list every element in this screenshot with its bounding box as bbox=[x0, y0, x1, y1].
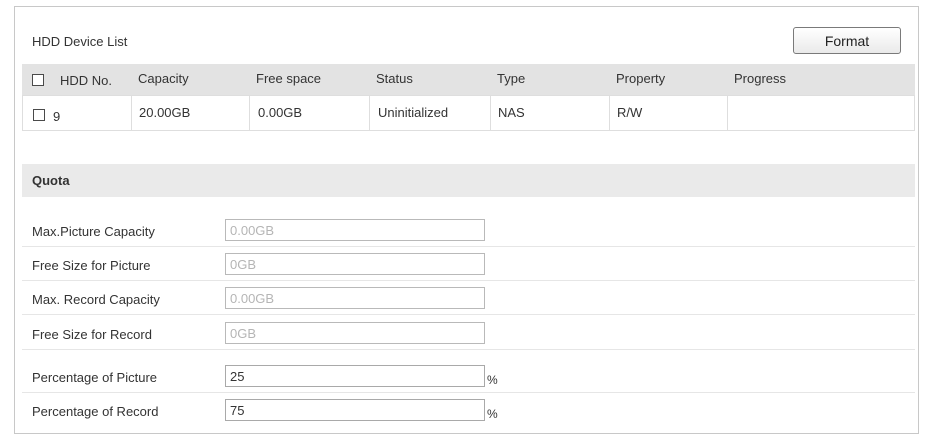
format-button[interactable]: Format bbox=[793, 27, 901, 54]
free-size-record-label: Free Size for Record bbox=[32, 327, 152, 342]
column-header-property: Property bbox=[616, 71, 666, 86]
free-space-cell: 0.00GB bbox=[258, 105, 303, 120]
column-header-status: Status bbox=[376, 71, 413, 86]
hdd-table-header: HDD No. Capacity Free space Status Type … bbox=[22, 64, 915, 95]
max-record-capacity-label: Max. Record Capacity bbox=[32, 292, 160, 307]
type-cell: NAS bbox=[498, 105, 525, 120]
capacity-cell: 20.00GB bbox=[139, 105, 191, 120]
percentage-picture-label: Percentage of Picture bbox=[32, 370, 158, 385]
max-record-capacity-field bbox=[225, 287, 485, 309]
column-header-type: Type bbox=[497, 71, 526, 86]
free-size-record-field bbox=[225, 322, 485, 344]
table-row[interactable]: 9 20.00GB 0.00GB Uninitialized NAS R/W bbox=[22, 95, 915, 131]
percentage-record-unit: % bbox=[487, 407, 498, 421]
status-cell: Uninitialized bbox=[378, 105, 449, 120]
percentage-record-label: Percentage of Record bbox=[32, 404, 159, 419]
column-header-free-space: Free space bbox=[256, 71, 322, 86]
column-header-capacity: Capacity bbox=[138, 71, 189, 86]
free-size-picture-label: Free Size for Picture bbox=[32, 258, 151, 273]
select-all-checkbox[interactable] bbox=[32, 74, 44, 86]
column-header-progress: Progress bbox=[734, 71, 787, 86]
max-picture-capacity-field bbox=[225, 219, 485, 241]
max-picture-capacity-label: Max.Picture Capacity bbox=[32, 224, 155, 239]
percentage-picture-unit: % bbox=[487, 373, 498, 387]
column-header-hdd-no: HDD No. bbox=[60, 73, 113, 88]
hdd-device-list-title: HDD Device List bbox=[32, 34, 128, 49]
property-cell: R/W bbox=[617, 105, 643, 120]
percentage-record-input[interactable] bbox=[225, 399, 485, 421]
quota-title: Quota bbox=[32, 173, 70, 188]
row-checkbox[interactable] bbox=[33, 109, 45, 121]
quota-header: Quota bbox=[22, 164, 915, 197]
hdd-no-cell: 9 bbox=[53, 109, 61, 124]
free-size-picture-field bbox=[225, 253, 485, 275]
percentage-picture-input[interactable] bbox=[225, 365, 485, 387]
